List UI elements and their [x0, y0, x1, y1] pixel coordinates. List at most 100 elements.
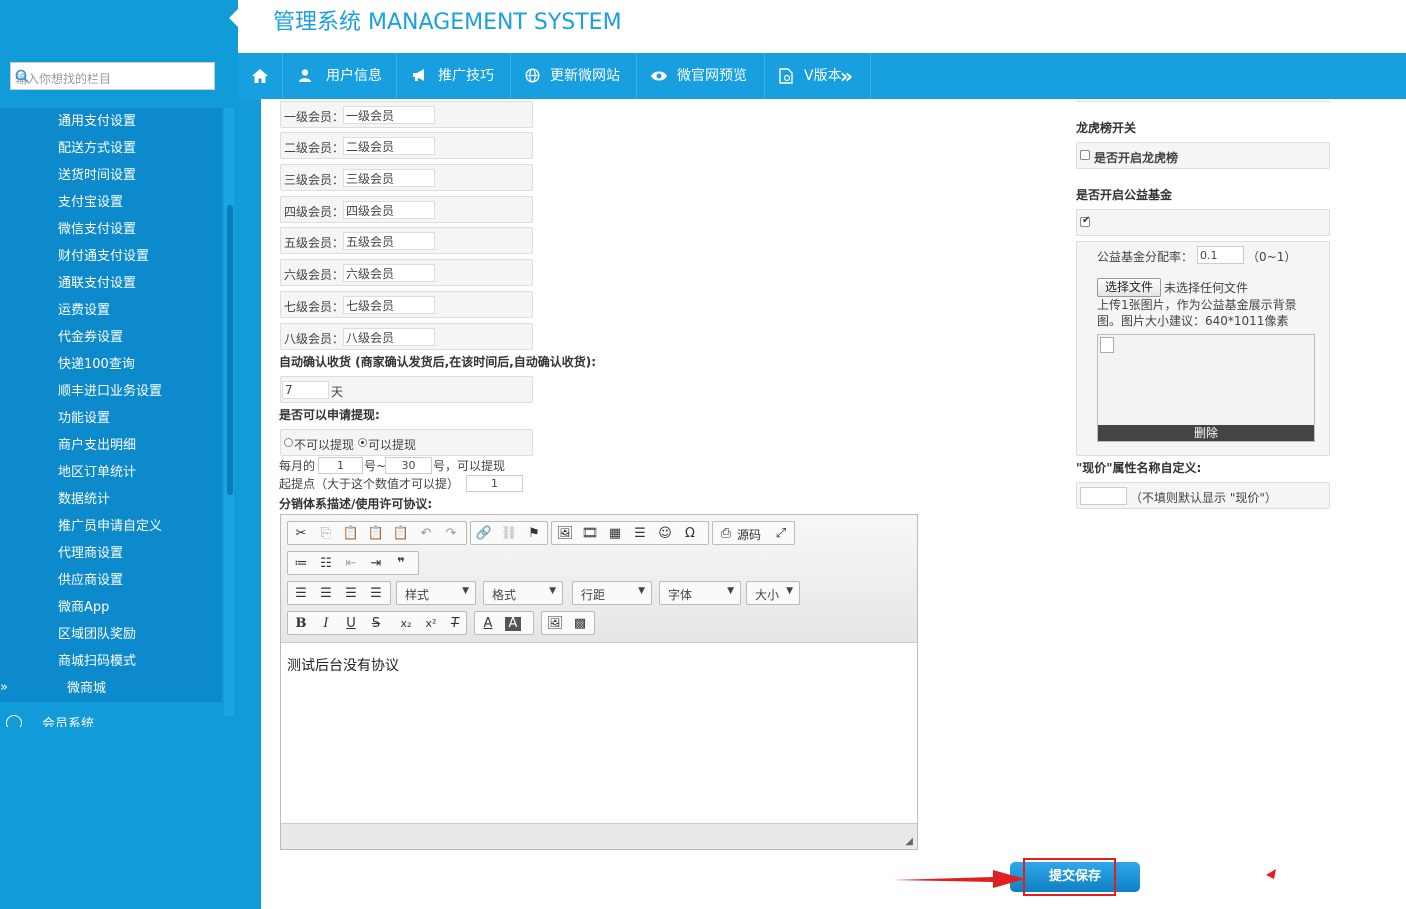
align-right-icon[interactable]: ☰: [341, 585, 361, 603]
member-level-input[interactable]: [343, 296, 435, 314]
withdraw-to-day-input[interactable]: [385, 457, 432, 474]
sidebar-scroll-thumb[interactable]: [227, 205, 233, 495]
nav-version[interactable]: V版本 »: [766, 53, 871, 99]
copy-icon[interactable]: ⎘: [316, 525, 336, 543]
sidebar-item[interactable]: 配送方式设置: [0, 135, 222, 162]
align-center-icon[interactable]: ☰: [316, 585, 336, 603]
superscript-icon[interactable]: x²: [421, 615, 441, 633]
sidebar-search[interactable]: 输入你想找的栏目: [10, 62, 215, 90]
table-icon[interactable]: ▦: [605, 525, 625, 543]
unlink-icon[interactable]: ⛓: [499, 525, 519, 543]
editor-content[interactable]: 测试后台没有协议: [287, 655, 399, 675]
source-icon[interactable]: ⎙: [716, 525, 736, 543]
sidebar-item[interactable]: 财付通支付设置: [0, 243, 222, 270]
sidebar-item[interactable]: 区域团队奖励: [0, 621, 222, 648]
qrcode-icon[interactable]: ▩: [570, 615, 590, 633]
bg-color-icon[interactable]: A: [505, 617, 521, 631]
redo-icon[interactable]: ↷: [441, 525, 461, 543]
numbered-list-icon[interactable]: ≔: [291, 555, 311, 573]
charity-checkbox[interactable]: ✔: [1080, 215, 1090, 227]
sidebar-item[interactable]: 地区订单统计: [0, 459, 222, 486]
blockquote-icon[interactable]: ❞: [391, 555, 411, 573]
smiley-icon[interactable]: ☺: [655, 525, 675, 543]
image-icon[interactable]: 🖼: [555, 525, 575, 543]
strikethrough-icon[interactable]: S: [366, 615, 386, 633]
radio-allow-withdraw[interactable]: [358, 438, 367, 447]
line-height-dropdown[interactable]: 行距 ▼: [572, 581, 652, 605]
picture-icon[interactable]: 🖼: [545, 615, 565, 633]
paste-text-icon[interactable]: 📋: [366, 525, 386, 543]
outdent-icon[interactable]: ⇤: [341, 555, 361, 573]
member-level-input[interactable]: [343, 232, 435, 250]
anchor-icon[interactable]: ⚑: [524, 525, 544, 543]
indent-icon[interactable]: ⇥: [366, 555, 386, 573]
member-level-input[interactable]: [343, 169, 435, 187]
nav-user-info[interactable]: 用户信息: [284, 53, 397, 99]
withdraw-from-day-input[interactable]: [318, 457, 363, 474]
sidebar-item[interactable]: 代金券设置: [0, 324, 222, 351]
special-char-icon[interactable]: Ω: [680, 525, 700, 543]
sidebar-section-member[interactable]: 会员系统: [0, 707, 222, 727]
sidebar-item[interactable]: 代理商设置: [0, 540, 222, 567]
delete-image-button[interactable]: 删除: [1098, 425, 1314, 441]
nav-site-preview[interactable]: 微官网预览: [638, 53, 765, 99]
cut-icon[interactable]: ✂: [291, 525, 311, 543]
remove-format-icon[interactable]: T̶: [445, 615, 465, 633]
toolbar-group-lists: ≔ ☷ ⇤ ⇥ ❞: [287, 551, 419, 575]
format-dropdown[interactable]: 格式 ▼: [483, 581, 563, 605]
sidebar-item[interactable]: 顺丰进口业务设置: [0, 378, 222, 405]
member-level-input[interactable]: [343, 137, 435, 155]
charity-ratio-input[interactable]: [1197, 246, 1244, 264]
sidebar-item[interactable]: 功能设置: [0, 405, 222, 432]
sidebar-item[interactable]: 微商App: [0, 594, 222, 621]
paste-word-icon[interactable]: 📋: [391, 525, 411, 543]
home-button[interactable]: [238, 53, 283, 99]
source-button[interactable]: 源码: [737, 526, 761, 543]
nav-promo-tips[interactable]: 推广技巧: [398, 53, 511, 99]
horizontal-rule-icon[interactable]: ☰: [630, 525, 650, 543]
price-name-input[interactable]: [1080, 487, 1127, 505]
sidebar-item[interactable]: 通用支付设置: [0, 108, 222, 135]
subscript-icon[interactable]: x₂: [396, 615, 416, 633]
sidebar-item[interactable]: 快递100查询: [0, 351, 222, 378]
sidebar-item[interactable]: 微信支付设置: [0, 216, 222, 243]
sidebar-item[interactable]: 运费设置: [0, 297, 222, 324]
sidebar-item[interactable]: 供应商设置: [0, 567, 222, 594]
text-color-icon[interactable]: A: [478, 615, 498, 633]
member-level-input[interactable]: [343, 264, 435, 282]
sidebar-item[interactable]: 数据统计: [0, 486, 222, 513]
sidebar-item[interactable]: 商户支出明细: [0, 432, 222, 459]
style-dropdown[interactable]: 样式 ▼: [396, 581, 476, 605]
align-left-icon[interactable]: ☰: [291, 585, 311, 603]
bulleted-list-icon[interactable]: ☷: [316, 555, 336, 573]
font-dropdown[interactable]: 字体 ▼: [659, 581, 741, 605]
member-level-input[interactable]: [343, 106, 435, 124]
sidebar-expand-icon[interactable]: »: [0, 680, 8, 695]
justify-icon[interactable]: ☰: [366, 585, 386, 603]
flash-icon[interactable]: 🎞: [580, 525, 600, 543]
sidebar-item[interactable]: 推广员申请自定义: [0, 513, 222, 540]
search-icon[interactable]: [15, 69, 206, 86]
sidebar-item[interactable]: 送货时间设置: [0, 162, 222, 189]
sidebar-item[interactable]: 支付宝设置: [0, 189, 222, 216]
size-dropdown[interactable]: 大小 ▼: [746, 581, 800, 605]
nav-update-site[interactable]: 更新微网站: [512, 53, 637, 99]
dragon-checkbox[interactable]: [1080, 150, 1090, 160]
sidebar-item-active[interactable]: 微商城: [0, 675, 222, 702]
bold-icon[interactable]: B: [291, 615, 311, 633]
auto-confirm-days-input[interactable]: [282, 381, 329, 399]
radio-no-withdraw[interactable]: [284, 438, 293, 447]
sidebar-item[interactable]: 商城扫码模式: [0, 648, 222, 675]
underline-icon[interactable]: U: [341, 615, 361, 633]
resize-handle-icon[interactable]: ◢: [905, 836, 913, 847]
paste-icon[interactable]: 📋: [341, 525, 361, 543]
sidebar-item[interactable]: 通联支付设置: [0, 270, 222, 297]
maximize-icon[interactable]: ⤢: [771, 525, 791, 543]
member-level-input[interactable]: [343, 328, 435, 346]
member-level-input[interactable]: [343, 201, 435, 219]
choose-file-button[interactable]: 选择文件: [1097, 278, 1161, 297]
italic-icon[interactable]: I: [316, 615, 336, 633]
undo-icon[interactable]: ↶: [416, 525, 436, 543]
withdraw-threshold-input[interactable]: [466, 475, 523, 492]
link-icon[interactable]: 🔗: [474, 525, 494, 543]
